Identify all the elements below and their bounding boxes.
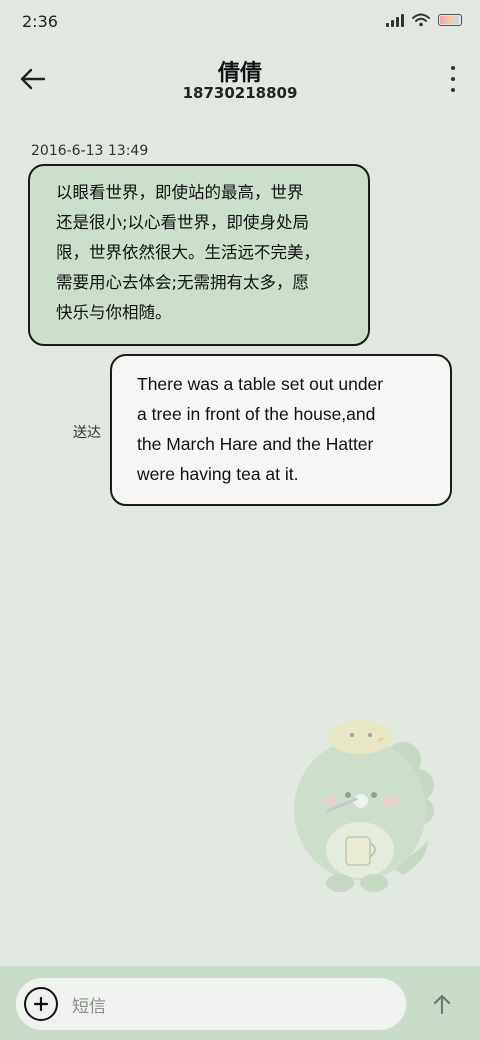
message-timestamp: 2016-6-13 13:49 xyxy=(31,143,149,159)
input-placeholder: 短信 xyxy=(72,997,106,1017)
contact-number: 18730218809 xyxy=(182,84,298,102)
message-line: There was a table set out under xyxy=(137,374,384,394)
message-input-field[interactable]: 短信 xyxy=(16,978,406,1030)
incoming-message-bubble[interactable]: 以眼看世界，即使站的最高，世界 还是很小;以心看世界，即使身处局 限，世界依然很… xyxy=(28,164,370,346)
status-time: 2:36 xyxy=(22,12,58,31)
message-line: 还是很小;以心看世界，即使身处局 xyxy=(56,213,310,232)
wifi-icon xyxy=(412,13,430,27)
outgoing-message-bubble[interactable]: There was a table set out under a tree i… xyxy=(110,354,452,506)
message-line: a tree in front of the house,and xyxy=(137,404,376,424)
send-button[interactable] xyxy=(428,990,456,1018)
signal-icon xyxy=(386,13,404,27)
status-icons xyxy=(386,13,462,27)
more-vertical-icon-dot xyxy=(451,77,455,81)
battery-icon xyxy=(438,14,462,26)
message-line: 快乐与你相随。 xyxy=(56,303,172,322)
contact-name: 倩倩 xyxy=(217,61,262,86)
plus-circle-icon xyxy=(33,996,49,1012)
dinosaur-mascot-watermark xyxy=(294,720,434,892)
message-line: 限，世界依然很大。生活远不完美， xyxy=(56,243,320,262)
conversation-header: 倩倩 18730218809 xyxy=(0,50,480,106)
delivery-status: 送达 xyxy=(73,425,101,441)
status-bar: 2:36 xyxy=(0,0,480,44)
message-line: 以眼看世界，即使站的最高，世界 xyxy=(56,183,304,202)
message-input-bar: 短信 xyxy=(0,966,480,1040)
message-line: the March Hare and the Hatter xyxy=(137,434,374,454)
message-line: 需要用心去体会;无需拥有太多，愿 xyxy=(56,273,310,292)
add-attachment-button[interactable] xyxy=(24,987,58,1021)
message-line: were having tea at it. xyxy=(137,464,299,484)
more-options-button[interactable] xyxy=(448,66,458,92)
more-vertical-icon-dot xyxy=(451,66,455,70)
arrow-up-icon xyxy=(433,994,451,1015)
more-vertical-icon-dot xyxy=(451,88,455,92)
